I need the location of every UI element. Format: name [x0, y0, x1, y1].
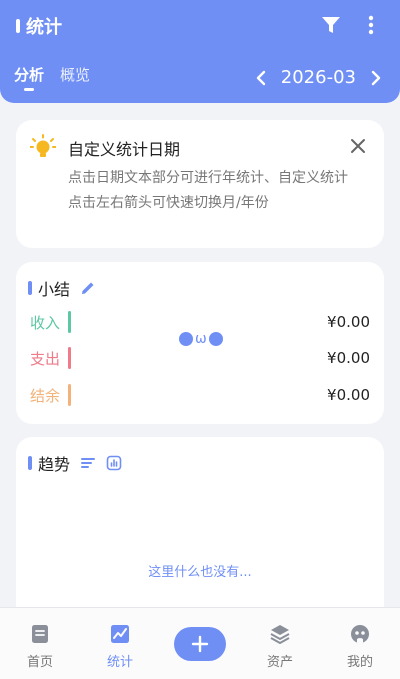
- trend-title: 趋势: [38, 455, 71, 474]
- title-accent-bar: [16, 19, 20, 33]
- nav-label-home: 首页: [26, 655, 53, 670]
- lightbulb-icon: [29, 134, 57, 160]
- month-label[interactable]: 2026-03: [281, 67, 356, 88]
- balance-row: 结余 ¥0.00: [30, 383, 370, 407]
- tab-analysis[interactable]: 分析: [14, 64, 44, 91]
- expense-row: 支出 ¥0.00: [30, 346, 370, 370]
- section-accent-bar: [28, 281, 32, 295]
- income-label: 收入: [30, 313, 61, 332]
- balance-bar: [68, 384, 71, 406]
- page-title-row: 统计: [16, 12, 62, 40]
- document-icon: [30, 624, 50, 644]
- nav-label-stats: 统计: [106, 655, 133, 670]
- income-amount: ¥0.00: [327, 313, 370, 331]
- tip-description: 点击日期文本部分可进行年统计、自定义统计 点击左右箭头可快速切换月/年份: [68, 166, 348, 216]
- empty-state-text: 这里什么也没有...: [148, 565, 252, 580]
- month-navigator: 2026-03: [253, 67, 384, 88]
- nav-label-profile: 我的: [346, 655, 373, 670]
- tab-overview[interactable]: 概览: [60, 64, 90, 85]
- sort-lines-icon[interactable]: [80, 455, 96, 471]
- close-icon[interactable]: [350, 138, 366, 154]
- summary-header: 小结: [28, 276, 106, 300]
- income-bar: [68, 311, 71, 333]
- face-eye-right: [208, 332, 223, 346]
- expense-label: 支出: [30, 349, 61, 368]
- expense-bar: [68, 347, 71, 369]
- nav-item-home[interactable]: 首页: [0, 608, 80, 679]
- tip-card: 自定义统计日期 点击日期文本部分可进行年统计、自定义统计 点击左右箭头可快速切换…: [16, 120, 384, 248]
- face-eye-left: [179, 332, 193, 346]
- face-mouth: ω: [195, 331, 207, 347]
- expense-amount: ¥0.00: [327, 349, 370, 367]
- trend-header: 趋势: [28, 451, 132, 475]
- nav-item-profile[interactable]: 我的: [320, 608, 400, 679]
- next-month-icon[interactable]: [368, 68, 384, 88]
- section-accent-bar: [28, 456, 32, 470]
- nav-label-assets: 资产: [266, 655, 293, 670]
- nav-item-assets[interactable]: 资产: [240, 608, 320, 679]
- header-tabs: 分析 概览: [14, 64, 106, 91]
- balance-label: 结余: [30, 386, 61, 405]
- bottom-nav: 首页 统计 资产 我的: [0, 607, 400, 679]
- summary-card: 小结 收入 ¥0.00 支出 ¥0.00 结余 ¥0.00 ω: [16, 262, 384, 424]
- add-record-button[interactable]: [174, 627, 226, 661]
- page-title: 统计: [26, 17, 62, 38]
- app-header: 统计 分析 概览 2026-03: [0, 0, 400, 103]
- balance-amount: ¥0.00: [327, 386, 370, 404]
- tip-title: 自定义统计日期: [68, 140, 181, 159]
- prev-month-icon[interactable]: [253, 68, 269, 88]
- tip-line-2: 点击左右箭头可快速切换月/年份: [68, 195, 269, 211]
- bar-chart-icon[interactable]: [106, 455, 122, 471]
- plus-icon: [191, 635, 209, 653]
- filter-icon[interactable]: [320, 14, 342, 36]
- tip-line-1: 点击日期文本部分可进行年统计、自定义统计: [68, 170, 348, 186]
- nav-item-stats[interactable]: 统计: [80, 608, 160, 679]
- empty-face-emoticon: ω: [179, 332, 223, 346]
- summary-title: 小结: [38, 280, 71, 299]
- more-options-icon[interactable]: [364, 14, 378, 36]
- profile-icon: [350, 624, 370, 644]
- chart-icon: [110, 624, 130, 644]
- edit-icon[interactable]: [80, 280, 96, 296]
- layers-icon: [270, 624, 290, 645]
